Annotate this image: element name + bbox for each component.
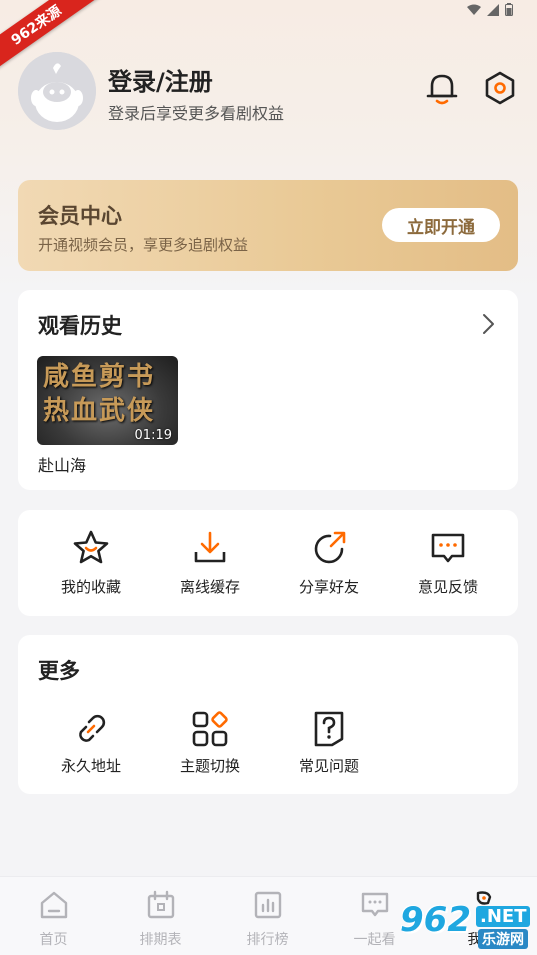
share-icon [314,531,346,564]
calendar-icon [147,890,174,919]
watermark-number: 962 [400,900,471,940]
watch-together-icon [361,892,388,917]
bell-icon [426,74,458,105]
ranking-icon [254,891,281,919]
tab-schedule[interactable]: 排期表 [107,889,214,949]
chevron-right-icon[interactable] [476,312,500,336]
site-watermark: 962 .NET 乐游网 [398,900,534,950]
action-favorites-label: 我的收藏 [60,578,121,596]
settings-button[interactable] [480,68,520,108]
profile-header: 登录/注册 登录后享受更多看剧权益 [18,52,518,132]
history-thumbnail[interactable]: 咸鱼剪书 热血武侠 01:19 [37,356,178,445]
more-permanent-address[interactable]: 永久地址 [36,709,146,776]
tab-schedule-label: 排期表 [139,932,182,948]
vip-center-card[interactable]: 会员中心 开通视频会员，享更多追剧权益 立即开通 [18,180,518,271]
avatar-mascot-icon [18,52,96,130]
action-offline-cache[interactable]: 离线缓存 [155,528,265,608]
action-feedback[interactable]: 意见反馈 [393,528,503,608]
star-icon [73,530,109,564]
tab-home[interactable]: 首页 [0,889,107,949]
status-icons [467,3,513,16]
action-share[interactable]: 分享好友 [274,528,384,608]
vip-activate-button[interactable]: 立即开通 [382,208,500,242]
more-faq[interactable]: 常见问题 [274,709,384,776]
battery-icon [505,3,513,16]
watch-history-card: 观看历史 咸鱼剪书 热血武侠 01:19 赴山海 [18,290,518,490]
history-progress-time: 01:19 [134,428,172,443]
notification-button[interactable] [422,68,462,108]
login-register-link[interactable]: 登录/注册 [108,62,213,97]
more-permanent-address-label: 永久地址 [60,757,121,775]
vip-title: 会员中心 [38,204,122,228]
settings-hexagon-icon [485,71,515,105]
avatar[interactable] [18,52,96,130]
link-icon [79,714,106,742]
action-feedback-label: 意见反馈 [417,578,478,596]
feedback-icon [431,533,465,563]
history-item-title[interactable]: 赴山海 [38,452,86,476]
more-theme-switch[interactable]: 主题切换 [155,709,265,776]
login-subtitle: 登录后享受更多看剧权益 [108,104,285,123]
action-offline-cache-label: 离线缓存 [179,578,240,596]
theme-grid-icon [192,711,228,747]
faq-icon [314,711,344,747]
more-title: 更多 [38,659,80,683]
action-share-label: 分享好友 [298,578,359,596]
watermark-net: .NET [476,906,531,927]
quick-actions-card: 我的收藏 离线缓存 分享好友 意见反馈 [18,510,518,616]
tab-ranking[interactable]: 排行榜 [214,889,321,949]
watch-history-title: 观看历史 [38,314,122,338]
tab-ranking-label: 排行榜 [246,932,289,948]
poster-text: 咸鱼剪书 热血武侠 [43,362,156,426]
more-card: 更多 永久地址 主题切换 常见问题 [18,635,518,794]
download-icon [194,531,226,563]
more-faq-label: 常见问题 [298,757,359,775]
signal-icon [487,3,499,16]
home-icon [40,891,67,919]
more-theme-switch-label: 主题切换 [179,757,240,775]
vip-subtitle: 开通视频会员，享更多追剧权益 [38,236,249,254]
action-favorites[interactable]: 我的收藏 [36,528,146,608]
tab-home-label: 首页 [39,932,68,948]
wifi-icon [467,4,481,15]
watermark-cn: 乐游网 [478,929,528,949]
